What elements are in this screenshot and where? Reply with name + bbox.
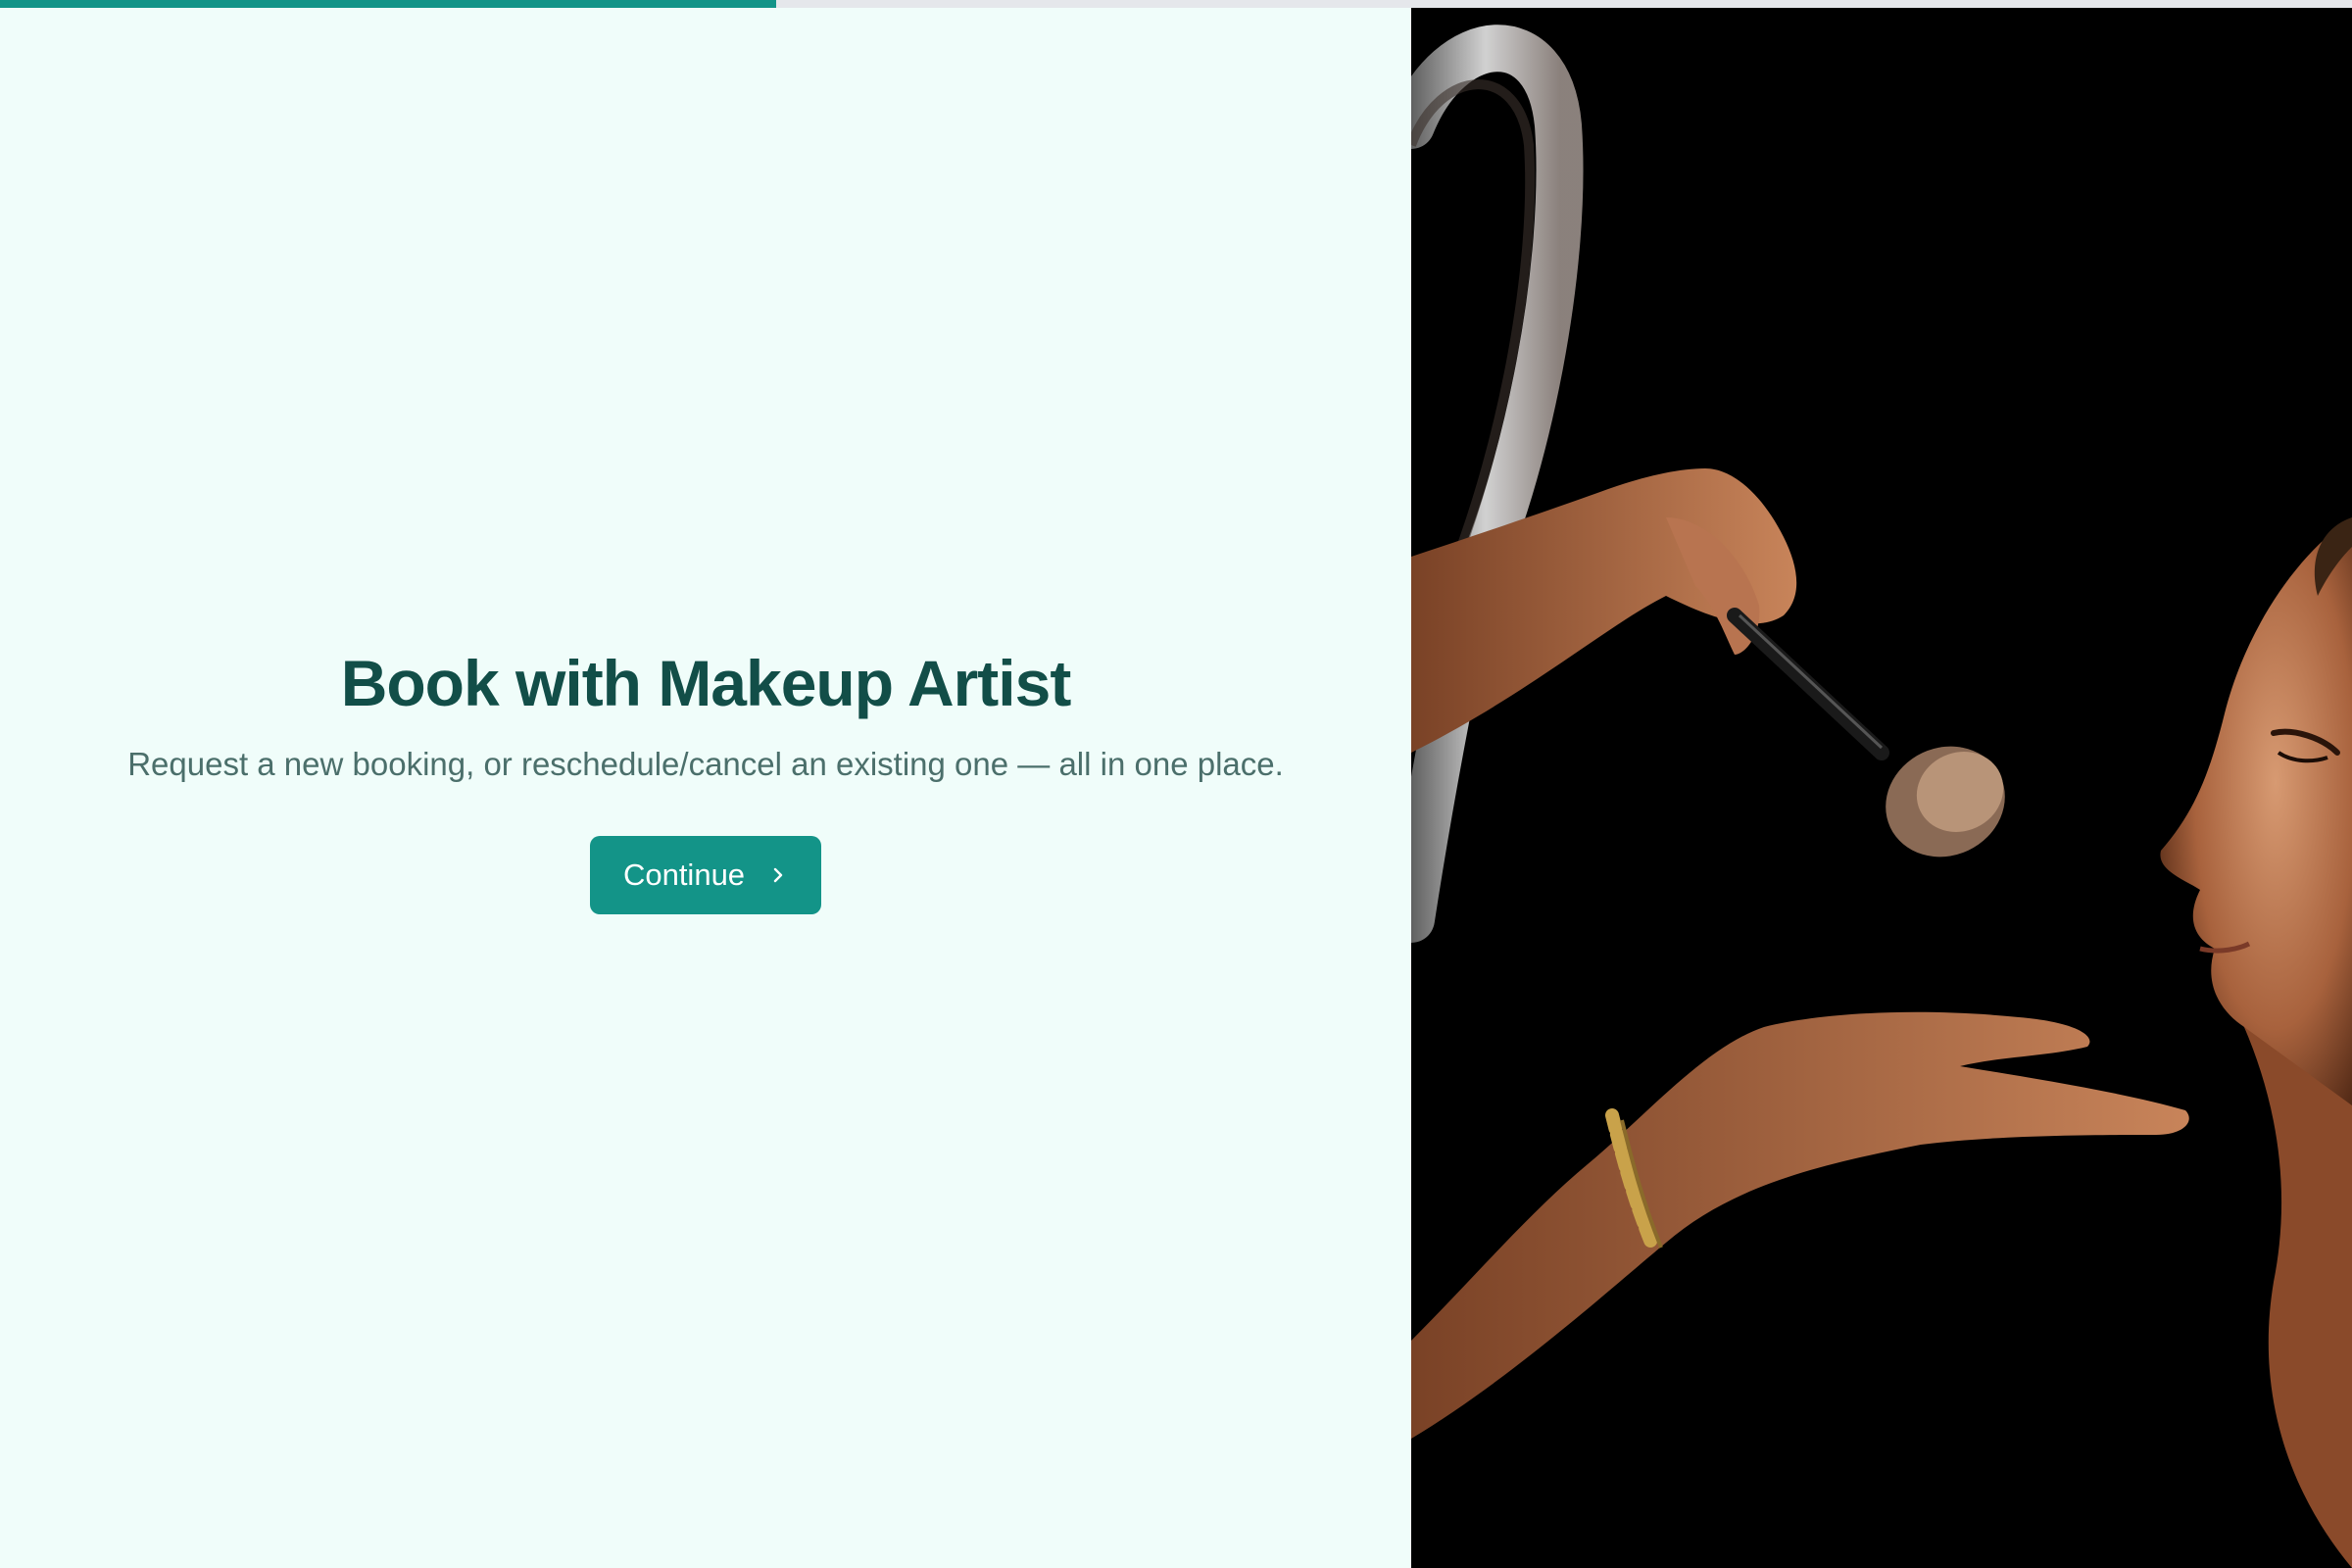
hero-image <box>1411 8 2352 1568</box>
continue-button[interactable]: Continue <box>590 836 821 915</box>
intro-panel: Book with Makeup Artist Request a new bo… <box>0 8 1411 1568</box>
makeup-photo <box>1411 8 2352 1568</box>
progress-bar-fill <box>0 0 776 8</box>
continue-button-label: Continue <box>622 858 746 893</box>
page-title: Book with Makeup Artist <box>340 647 1072 719</box>
progress-bar <box>0 0 2352 8</box>
intro-content: Book with Makeup Artist Request a new bo… <box>0 645 1411 915</box>
page-subtitle: Request a new booking, or reschedule/can… <box>127 746 1284 783</box>
chevron-right-icon <box>773 867 783 883</box>
